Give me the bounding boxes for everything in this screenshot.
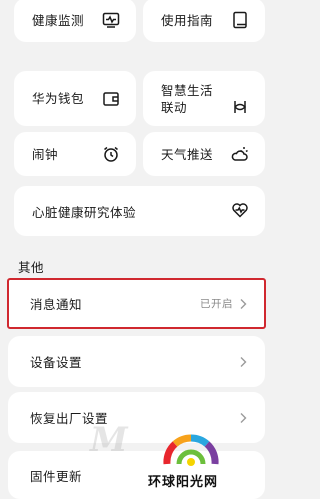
alarm-label: 闹钟 [32, 146, 59, 162]
heart-study-label: 心脏健康研究体验 [32, 204, 137, 220]
smart-life-label-line1: 智慧生活 [161, 82, 214, 98]
huawei-wallet-card[interactable]: 华为钱包 [14, 71, 136, 126]
smart-life-label-line2: 联动 [161, 99, 188, 115]
section-other-title: 其他 [18, 260, 45, 275]
health-monitor-card[interactable]: 健康监测 [14, 0, 136, 42]
user-guide-label: 使用指南 [161, 12, 214, 28]
watermark-letter: M [90, 420, 128, 460]
notifications-label: 消息通知 [30, 297, 83, 312]
chevron-right-icon [239, 412, 247, 424]
book-icon [229, 9, 251, 31]
device-settings-row[interactable]: 设备设置 [8, 336, 265, 387]
heart-study-card[interactable]: 心脏健康研究体验 [14, 186, 265, 236]
factory-reset-row[interactable]: 恢复出厂设置 [8, 392, 265, 443]
brand-watermark-text: 环球阳光网 [148, 475, 219, 490]
weather-push-card[interactable]: 天气推送 [143, 132, 265, 176]
huawei-wallet-label: 华为钱包 [32, 91, 85, 106]
smart-life-card[interactable]: 智慧生活 联动 [143, 71, 265, 126]
user-guide-card[interactable]: 使用指南 [143, 0, 265, 42]
heart-pulse-icon [231, 201, 249, 222]
wallet-icon [100, 88, 122, 110]
notifications-status: 已开启 [200, 298, 233, 310]
chevron-right-icon [239, 298, 247, 310]
smart-life-label: 智慧生活 联动 [161, 82, 213, 116]
alarm-clock-icon [100, 143, 122, 165]
device-settings-label: 设备设置 [30, 355, 83, 370]
link-icon [229, 96, 251, 118]
brand-logo [163, 434, 219, 466]
alarm-card[interactable]: 闹钟 [14, 132, 136, 176]
notifications-row[interactable]: 消息通知 已开启 [7, 278, 266, 329]
chevron-right-icon [239, 356, 247, 368]
weather-push-label: 天气推送 [161, 146, 214, 162]
health-monitor-label: 健康监测 [32, 12, 85, 28]
activity-monitor-icon [100, 9, 122, 31]
firmware-update-row[interactable]: 固件更新 [8, 451, 265, 499]
firmware-update-label: 固件更新 [30, 468, 83, 484]
weather-icon [229, 143, 251, 165]
